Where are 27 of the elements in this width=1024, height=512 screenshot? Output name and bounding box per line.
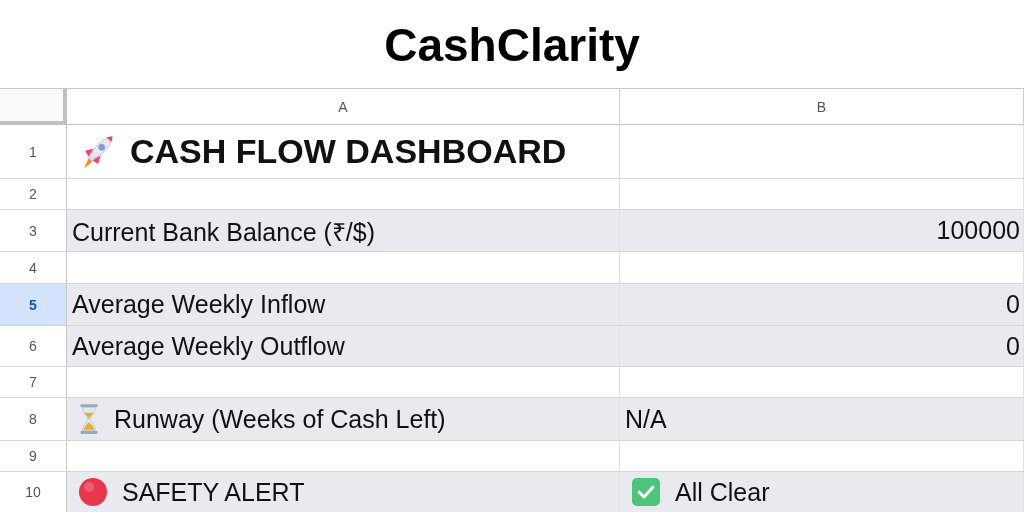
column-header[interactable]: B [620,89,1024,125]
row-header[interactable]: 8 [0,398,67,441]
cell-text: 100000 [936,216,1020,245]
page-title: CashClarity [383,18,641,73]
row-header[interactable]: 9 [0,441,67,472]
cell-text: N/A [625,404,667,434]
alert-dot-icon [78,477,108,507]
cell-text: All Clear [675,477,770,507]
row-header[interactable]: 5 [0,284,67,326]
cell-text: 0 [1006,290,1020,319]
row-header[interactable]: 1 [0,125,67,179]
cell-text: 0 [1006,331,1020,361]
select-all-corner[interactable] [0,89,67,125]
row-header[interactable]: 4 [0,252,67,284]
sheet-heading: CASH FLOW DASHBOARD [130,132,567,171]
row-header[interactable]: 6 [0,326,67,367]
cell-text: Runway (Weeks of Cash Left) [114,404,446,434]
row-header[interactable]: 7 [0,367,67,398]
hourglass-icon [78,402,100,436]
row-header[interactable]: 3 [0,210,67,252]
cell-text: Current Bank Balance (₹/$) [72,216,376,248]
checkmark-icon [631,477,661,507]
cell-text: SAFETY ALERT [122,477,305,507]
cell-text: Average Weekly Inflow [72,290,326,319]
cell-text: Average Weekly Outflow [72,331,345,361]
row-header[interactable]: 2 [0,179,67,210]
column-header[interactable]: A [67,89,620,125]
